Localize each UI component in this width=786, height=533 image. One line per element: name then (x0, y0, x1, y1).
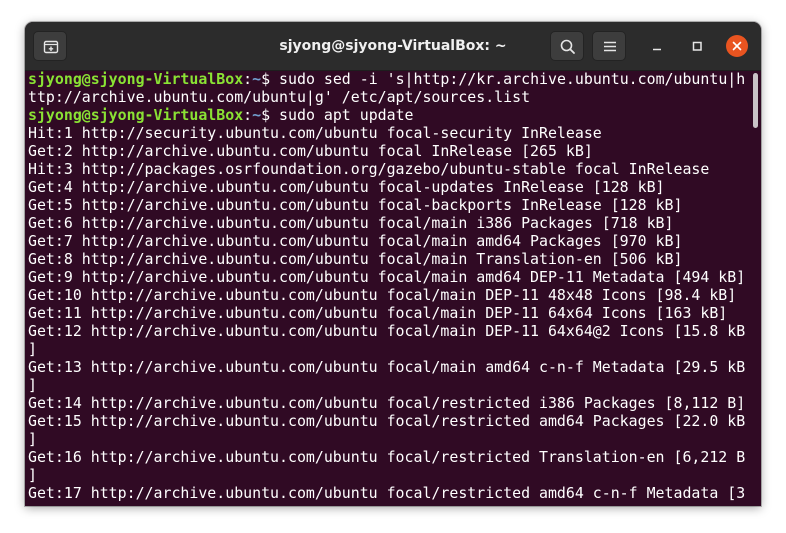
minimize-button[interactable] (646, 35, 668, 57)
search-icon (560, 39, 575, 54)
output-line: Get:4 http://archive.ubuntu.com/ubuntu f… (28, 178, 665, 196)
close-button[interactable] (726, 35, 748, 57)
terminal-output[interactable]: sjyong@sjyong-VirtualBox:~$ sudo sed -i … (25, 70, 750, 506)
output-line: Get:12 http://archive.ubuntu.com/ubuntu … (28, 322, 746, 340)
hamburger-menu-icon (604, 41, 616, 52)
menu-button[interactable] (592, 31, 626, 61)
output-line: Hit:3 http://packages.osrfoundation.org/… (28, 160, 710, 178)
prompt-line: sjyong@sjyong-VirtualBox:~$ sudo sed -i … (28, 70, 750, 88)
output-line: Get:16 http://archive.ubuntu.com/ubuntu … (28, 448, 746, 466)
new-tab-button[interactable] (33, 31, 67, 61)
output-line: Get:15 http://archive.ubuntu.com/ubuntu … (28, 412, 746, 430)
output-line: ] (28, 466, 37, 484)
command-text: sudo apt update (279, 106, 414, 124)
prompt-separator: : (243, 106, 253, 124)
maximize-button[interactable] (686, 35, 708, 57)
prompt-user-host: sjyong@sjyong-VirtualBox (28, 70, 244, 88)
prompt-symbol: $ (261, 106, 280, 124)
prompt-symbol: $ (261, 70, 280, 88)
output-line: Get:11 http://archive.ubuntu.com/ubuntu … (28, 304, 728, 322)
output-line: Get:17 http://archive.ubuntu.com/ubuntu … (28, 484, 746, 502)
output-line: Get:5 http://archive.ubuntu.com/ubuntu f… (28, 196, 683, 214)
prompt-separator: : (243, 70, 253, 88)
prompt-path: ~ (252, 70, 262, 88)
output-line: Get:2 http://archive.ubuntu.com/ubuntu f… (28, 142, 593, 160)
output-line: Get:10 http://archive.ubuntu.com/ubuntu … (28, 286, 737, 304)
output-line: Get:7 http://archive.ubuntu.com/ubuntu f… (28, 232, 683, 250)
prompt-path: ~ (252, 106, 262, 124)
vertical-scrollbar[interactable] (750, 70, 761, 506)
output-line: ttp://archive.ubuntu.com/ubuntu|g' /etc/… (28, 88, 531, 106)
output-line: ] (28, 340, 37, 358)
output-line: Hit:1 http://security.ubuntu.com/ubuntu … (28, 124, 602, 142)
title-bar[interactable]: sjyong@sjyong-VirtualBox: ~ (25, 22, 761, 71)
command-text: sudo sed -i 's|http://kr.archive.ubuntu.… (279, 70, 746, 88)
output-line: Get:6 http://archive.ubuntu.com/ubuntu f… (28, 214, 674, 232)
output-line: Get:14 http://archive.ubuntu.com/ubuntu … (28, 394, 746, 412)
minimize-icon (653, 48, 661, 51)
output-line: Get:8 http://archive.ubuntu.com/ubuntu f… (28, 250, 683, 268)
output-line: ] (28, 430, 37, 448)
terminal-window: sjyong@sjyong-VirtualBox: ~ sjyong@sjyon… (25, 22, 761, 506)
search-button[interactable] (550, 31, 584, 61)
output-line: Get:13 http://archive.ubuntu.com/ubuntu … (28, 358, 746, 376)
maximize-icon (692, 41, 702, 51)
prompt-user-host: sjyong@sjyong-VirtualBox (28, 106, 244, 124)
close-icon (732, 41, 742, 51)
scrollbar-thumb[interactable] (753, 73, 758, 128)
window-title: sjyong@sjyong-VirtualBox: ~ (279, 38, 507, 54)
prompt-line: sjyong@sjyong-VirtualBox:~$ sudo apt upd… (28, 106, 750, 124)
output-line: ] (28, 376, 37, 394)
output-line: Get:9 http://archive.ubuntu.com/ubuntu f… (28, 268, 746, 286)
new-tab-icon (43, 40, 59, 54)
